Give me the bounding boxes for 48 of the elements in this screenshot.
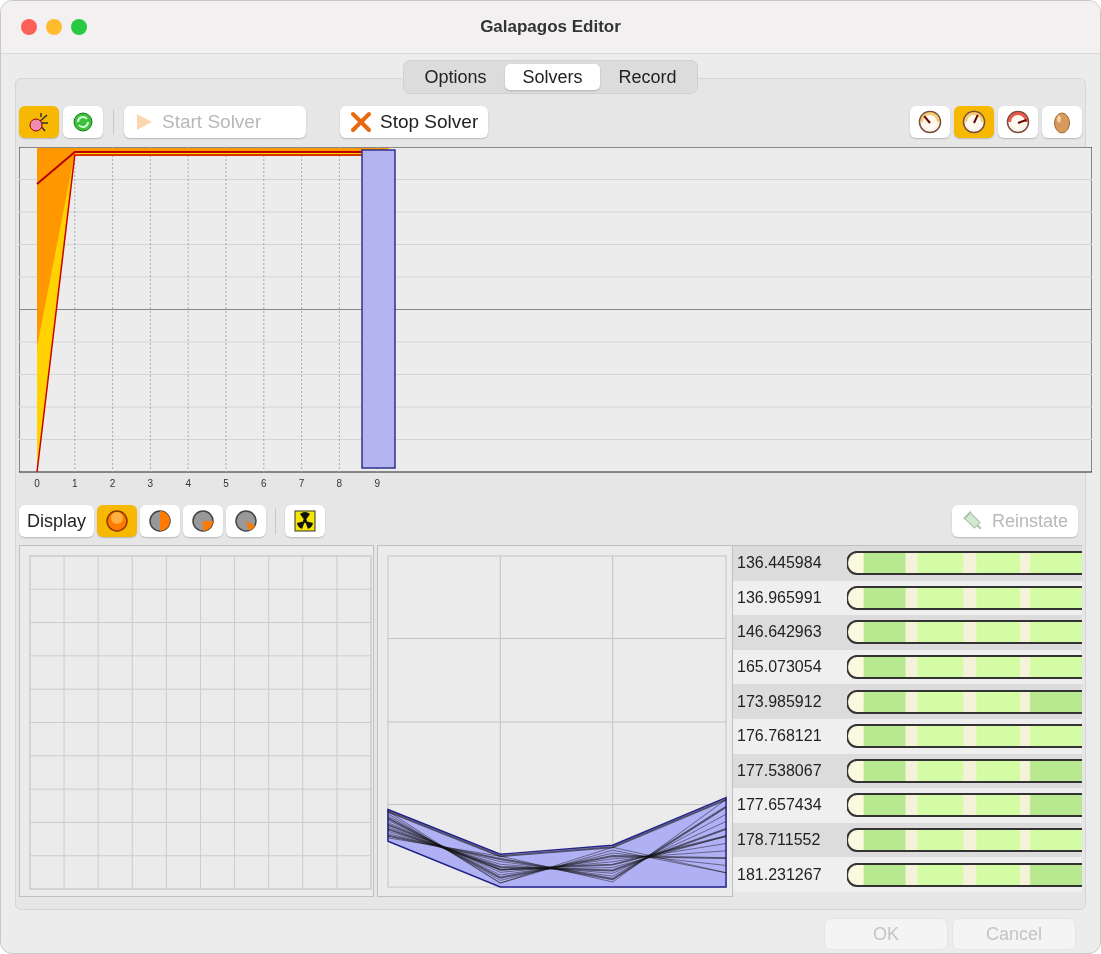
gauge-high-icon	[1006, 110, 1030, 134]
tool-button[interactable]	[910, 106, 950, 138]
axis-tick-label: 6	[261, 478, 267, 489]
fitness-value: 146.642963	[737, 623, 823, 642]
axis-tick-label: 4	[185, 478, 191, 489]
display-button[interactable]: Display	[19, 505, 95, 537]
fitness-value: 176.768121	[737, 727, 823, 746]
tool-button[interactable]	[954, 106, 994, 138]
gauge-low-icon	[918, 110, 942, 134]
fitness-value: 136.445984	[737, 554, 823, 573]
quarter-circle-icon	[191, 509, 216, 533]
stop-solver-button[interactable]: Stop Solver	[340, 106, 489, 138]
window-title: Galapagos Editor	[480, 17, 621, 36]
bug-icon	[28, 111, 50, 133]
egg-icon	[1053, 110, 1071, 134]
tab[interactable]: Options	[407, 64, 504, 90]
fitness-value: 165.073054	[737, 658, 823, 677]
fitness-value: 181.231267	[737, 865, 823, 884]
display-mode-button[interactable]	[183, 505, 224, 537]
fitness-value: 136.965991	[737, 588, 823, 607]
fitness-value: 177.657434	[737, 796, 823, 815]
window-control[interactable]	[21, 19, 37, 35]
tool-button[interactable]	[998, 106, 1038, 138]
full-circle-icon	[105, 509, 130, 533]
half-circle-icon	[148, 509, 173, 533]
tab[interactable]: Solvers	[505, 64, 600, 90]
display-mode-button[interactable]	[140, 505, 181, 537]
axis-tick-label: 8	[336, 478, 343, 489]
gauge-mid-icon	[962, 110, 986, 134]
axis-tick-label: 0	[34, 478, 40, 489]
axis-tick-label: 1	[72, 478, 78, 489]
recycle-icon	[72, 111, 94, 133]
axis-tick-label: 5	[223, 478, 229, 489]
fitness-value: 177.538067	[737, 761, 823, 780]
radiation-icon	[294, 510, 317, 532]
tab[interactable]: Record	[601, 64, 694, 90]
slice-circle-icon	[234, 509, 259, 533]
tool-button[interactable]	[285, 505, 326, 537]
play-icon	[134, 112, 154, 132]
axis-tick-label: 7	[298, 478, 305, 489]
fitness-value: 178.711552	[737, 831, 822, 850]
axis-tick-label: 3	[147, 478, 154, 489]
display-mode-button[interactable]	[226, 505, 267, 537]
fitness-value: 173.985912	[737, 692, 823, 711]
axis-tick-label: 2	[109, 478, 116, 489]
axis-tick-label: 9	[374, 478, 380, 489]
close-icon	[350, 111, 372, 133]
display-mode-button[interactable]	[97, 505, 138, 537]
